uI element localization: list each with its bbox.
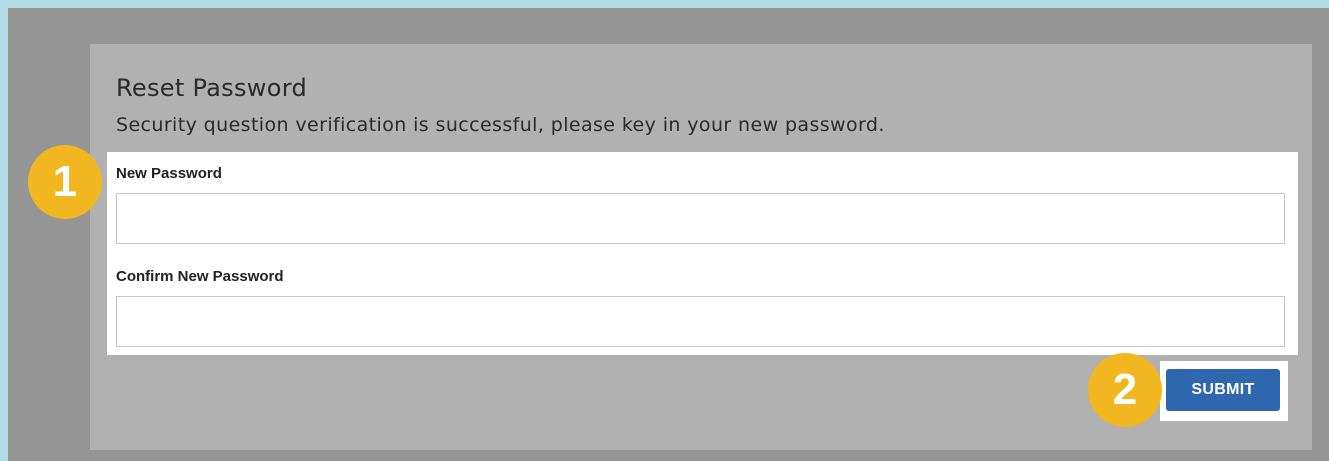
confirm-password-label: Confirm New Password bbox=[116, 268, 284, 285]
confirm-password-input[interactable] bbox=[116, 296, 1285, 347]
dialog-title: Reset Password bbox=[116, 74, 307, 102]
new-password-label: New Password bbox=[116, 165, 222, 182]
step-2-badge: 2 bbox=[1088, 353, 1162, 427]
submit-button[interactable]: SUBMIT bbox=[1166, 369, 1280, 411]
step-1-badge: 1 bbox=[28, 145, 102, 219]
dialog-subtitle: Security question verification is succes… bbox=[116, 114, 885, 136]
new-password-input[interactable] bbox=[116, 193, 1285, 244]
